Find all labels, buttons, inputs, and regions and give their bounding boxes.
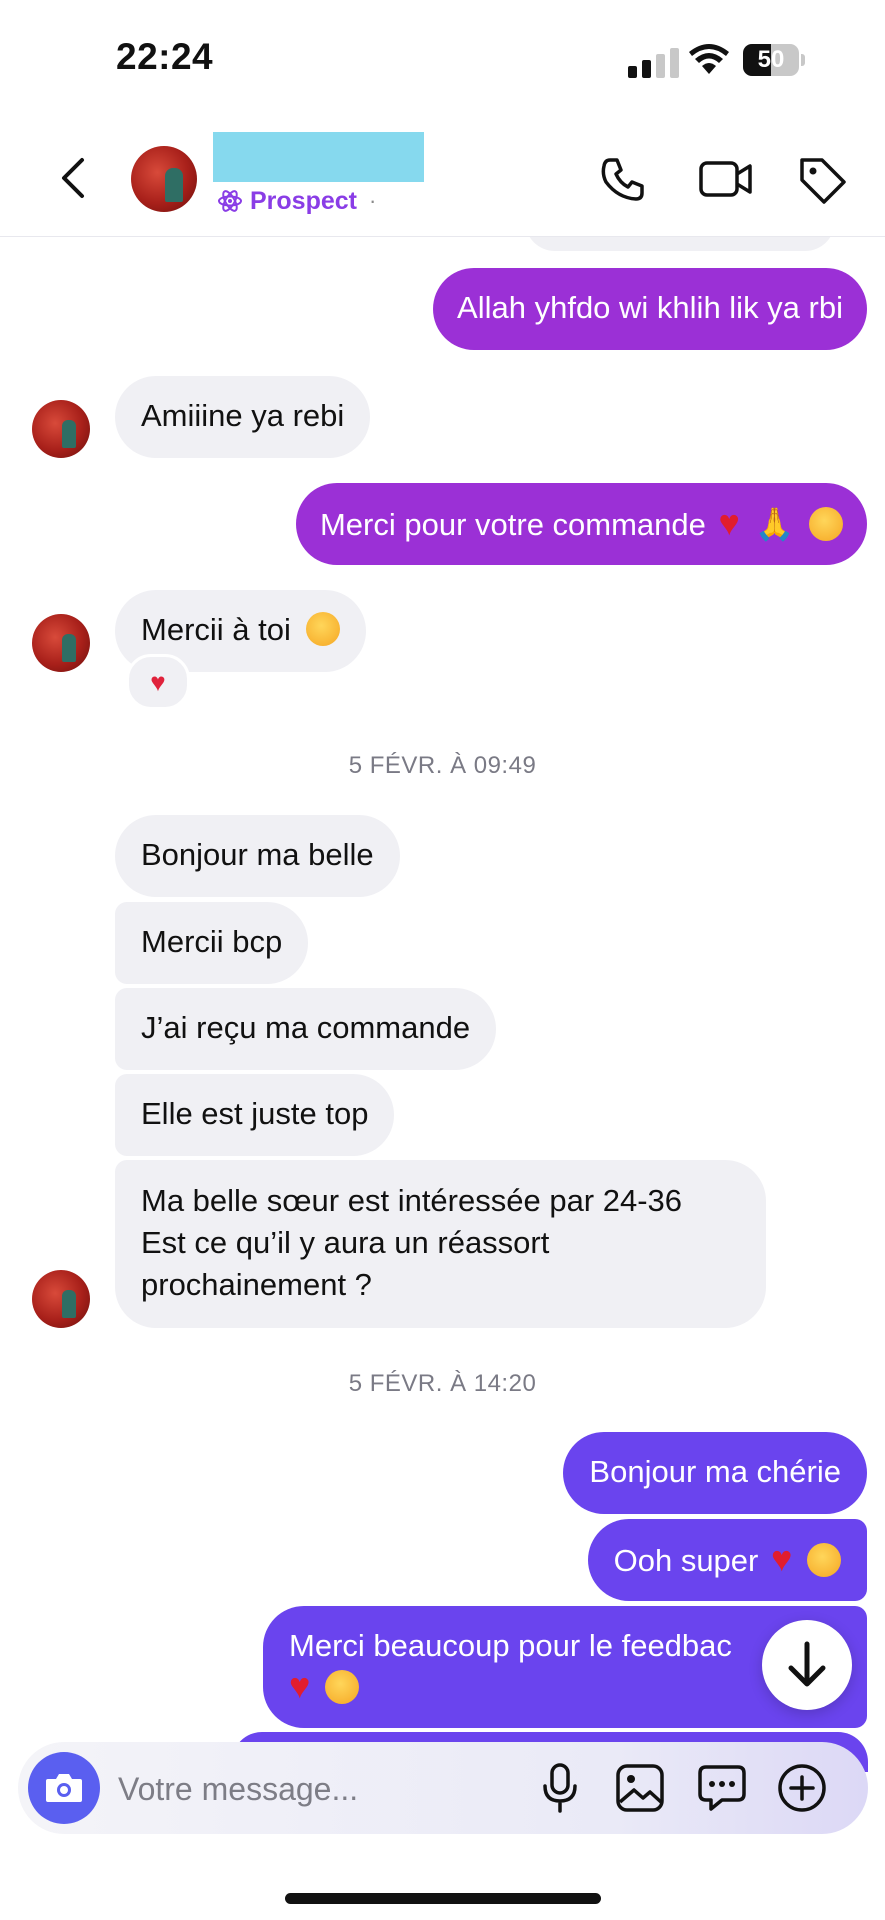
- smiling-face-with-hearts-icon: [305, 612, 340, 646]
- back-icon[interactable]: [54, 156, 94, 200]
- plus-icon[interactable]: [776, 1762, 828, 1814]
- camera-icon: [46, 1774, 82, 1802]
- wifi-icon: [689, 44, 729, 74]
- message-text-line: prochainement ?: [141, 1267, 372, 1302]
- message-text-line: Est ce qu’il y aura un réassort: [141, 1225, 550, 1260]
- message-out[interactable]: Bonjour ma chérie: [563, 1432, 867, 1514]
- message-composer: [18, 1742, 868, 1834]
- battery-icon: 50: [743, 44, 805, 76]
- face-blowing-kiss-icon: [809, 507, 843, 541]
- message-out[interactable]: Allah yhfdo wi khlih lik ya rbi: [433, 268, 867, 350]
- tag-icon[interactable]: [796, 154, 848, 206]
- message-text: Elle est juste top: [141, 1096, 369, 1131]
- home-indicator: [285, 1893, 601, 1904]
- video-icon[interactable]: [698, 154, 754, 204]
- smiling-face-with-hearts-icon: [807, 1543, 841, 1577]
- message-in[interactable]: Amiiine ya rebi: [115, 376, 371, 458]
- atom-icon: [218, 190, 242, 212]
- message-in[interactable]: Mercii bcp: [115, 902, 309, 984]
- label-separator: ·: [368, 188, 377, 213]
- red-heart-icon: ♥: [289, 1665, 311, 1706]
- message-text: Bonjour ma chérie: [589, 1454, 841, 1489]
- message-text: Merci pour votre commande: [319, 507, 706, 542]
- status-time: 22:24: [116, 36, 214, 77]
- message-text: J’ai reçu ma commande: [141, 1010, 471, 1045]
- message-in[interactable]: Ma belle sœur est intéressée par 24-36 E…: [115, 1160, 766, 1328]
- cellular-signal-icon: [628, 48, 679, 78]
- message-text-line: Ma belle sœur est intéressée par 24-36: [141, 1183, 683, 1218]
- face-blowing-kiss-icon: [325, 1670, 359, 1704]
- message-text: Merci beaucoup pour le feedbac: [289, 1628, 732, 1663]
- image-icon[interactable]: [614, 1762, 666, 1814]
- folded-hands-icon: 🙏: [754, 506, 795, 542]
- scroll-to-bottom-button[interactable]: [762, 1620, 852, 1710]
- message-text: Allah yhfdo wi khlih lik ya rbi: [457, 290, 843, 325]
- status-bar: 22:24 50: [0, 0, 885, 120]
- sender-avatar[interactable]: [32, 400, 90, 458]
- contact-avatar[interactable]: [131, 146, 197, 212]
- message-text: Ooh super: [613, 1543, 759, 1578]
- battery-level: 50: [757, 46, 785, 73]
- timestamp: 5 FÉVR. À 09:49: [348, 752, 537, 779]
- microphone-icon[interactable]: [538, 1762, 582, 1814]
- sender-avatar[interactable]: [32, 614, 90, 672]
- phone-icon[interactable]: [598, 154, 648, 204]
- arrow-down-icon: [788, 1641, 826, 1687]
- label-text: Prospect: [250, 186, 357, 215]
- message-in[interactable]: Bonjour ma belle: [115, 815, 400, 897]
- contact-name-redacted[interactable]: [213, 132, 424, 182]
- red-heart-icon: ♥: [771, 1538, 793, 1579]
- chat-header: Prospect ·: [0, 120, 885, 237]
- camera-button[interactable]: [28, 1752, 100, 1824]
- reaction-heart-icon[interactable]: ♥: [126, 654, 190, 710]
- timestamp: 5 FÉVR. À 14:20: [348, 1370, 537, 1397]
- contact-label[interactable]: Prospect ·: [218, 184, 376, 218]
- message-out[interactable]: Ooh super ♥: [587, 1519, 867, 1601]
- message-text: Mercii à toi: [141, 612, 291, 647]
- message-in[interactable]: Elle est juste top: [115, 1074, 395, 1156]
- red-heart-icon: ♥: [718, 502, 740, 543]
- message-text: Bonjour ma belle: [141, 837, 374, 872]
- chat-icon[interactable]: [696, 1762, 748, 1814]
- message-text: Amiiine ya rebi: [141, 398, 345, 433]
- message-input[interactable]: [116, 1764, 520, 1814]
- message-text: Mercii bcp: [141, 924, 283, 959]
- message-out[interactable]: Merci pour votre commande ♥ 🙏: [295, 483, 867, 565]
- sender-avatar[interactable]: [32, 1270, 90, 1328]
- message-in[interactable]: J’ai reçu ma commande: [115, 988, 497, 1070]
